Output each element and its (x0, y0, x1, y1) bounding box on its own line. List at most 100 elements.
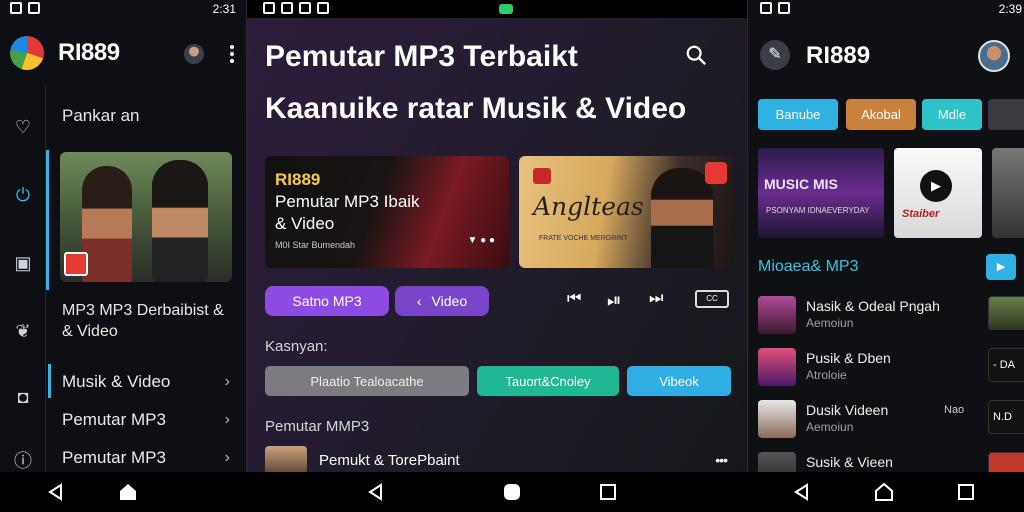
chevron-right-icon: › (224, 411, 230, 428)
category-chip[interactable] (988, 99, 1024, 130)
card-title: Pemutar MP3 Ibaik (275, 192, 420, 211)
menu-item-pemutar-mp3-2[interactable]: Pemutar MP3 › (48, 440, 246, 472)
info-icon[interactable]: ⓘ (12, 450, 34, 472)
next-icon[interactable]: ⏭ (649, 290, 663, 308)
rail-indicator (46, 150, 49, 290)
previous-icon[interactable]: ⏮ (567, 290, 581, 308)
captions-icon[interactable]: CC (695, 290, 729, 308)
track-thumbnail (758, 296, 796, 334)
list-item[interactable]: Dusik Videen Aemoiun Nao N.D (758, 400, 1024, 440)
singer-image (651, 168, 713, 268)
app-badge-icon (64, 252, 88, 276)
right-panel: 2:39 ✎ RI889 Banube Akobal Mdle MUSIC MI… (748, 0, 1024, 472)
status-bar: 2:39 (760, 0, 1022, 18)
channel-logo-icon (533, 168, 551, 184)
left-panel: 2:31 RI889 ♡ ⏻ ▣ ❦ ◘ ⓘ Pankar an MP3 MP3… (0, 0, 246, 472)
notification-icon (263, 1, 275, 14)
back-icon[interactable] (366, 482, 386, 502)
home-icon[interactable] (874, 482, 894, 502)
menu-label: Pemutar MP3 (62, 410, 166, 429)
home-icon[interactable] (118, 482, 138, 502)
track-thumbnail (265, 446, 307, 472)
video-tile[interactable]: MUSIC MIS PSONYAM IDNAEVERYDAY (758, 148, 884, 238)
card-title-2: & Video (275, 214, 335, 233)
brand-title: RI889 (806, 42, 871, 69)
card-subtitle: FRATE VOCHE MERGRINT (539, 235, 628, 242)
side-label: - DA (988, 348, 1024, 382)
upload-icon[interactable]: ⏻ (12, 184, 34, 206)
section-title: Pankar an (62, 106, 140, 125)
filter-tag[interactable]: Tauort&Cnoley (477, 366, 619, 396)
app-badge-icon (705, 162, 727, 184)
video-tile[interactable] (992, 148, 1024, 238)
home-icon[interactable] (502, 482, 522, 502)
category-chip[interactable]: Akobal (846, 99, 916, 130)
play-icon[interactable]: ▶ (986, 254, 1016, 280)
chevron-left-icon: ‹ (416, 293, 422, 309)
page-title: Pemutar MP3 Terbaikt (265, 40, 578, 73)
nav-rail: ♡ ⏻ ▣ ❦ ◘ ⓘ (0, 86, 46, 472)
card-title: Anglteas (533, 192, 644, 221)
video-thumbnail[interactable] (60, 152, 232, 282)
briefcase-icon[interactable]: ◘ (12, 386, 34, 408)
play-icon[interactable]: ▶ (920, 170, 952, 202)
back-icon[interactable] (792, 482, 812, 502)
search-icon[interactable] (685, 44, 707, 66)
filter-tag[interactable]: Plaatio Tealoacathe (265, 366, 469, 396)
category-chip[interactable]: Banube (758, 99, 838, 130)
track-title: Susik & Vieen (806, 454, 893, 470)
notification-icon (778, 1, 790, 14)
recents-icon[interactable] (956, 482, 976, 502)
play-pause-icon[interactable]: ⏯ (607, 290, 621, 311)
track-artist: Aemoiun (806, 316, 854, 330)
more-icon[interactable]: ▼ ● ● (467, 235, 495, 246)
brand-title: RI889 (58, 39, 120, 66)
wrench-icon[interactable]: ✎ (760, 40, 790, 70)
menu-item-pemutar-mp3[interactable]: Pemutar MP3 › (48, 402, 246, 438)
card-subtitle: M0I Star Bumendah (275, 240, 356, 250)
featured-card[interactable]: RI889 Pemutar MP3 Ibaik & Video M0I Star… (265, 156, 509, 268)
list-item[interactable]: Pusik & Dben Atroloie - DA (758, 348, 1024, 388)
list-item[interactable]: Pemukt & TorePbaint ••• (265, 446, 731, 472)
more-vert-icon[interactable] (230, 45, 234, 63)
status-time: 2:31 (212, 2, 236, 16)
more-icon[interactable]: ••• (715, 452, 728, 468)
track-title: Pemukt & TorePbaint (319, 451, 460, 469)
notification-icon (28, 1, 40, 14)
center-panel: Pemutar MP3 Terbaikt Kaanuike ratar Musi… (246, 0, 748, 472)
video-button[interactable]: ‹ Video (395, 286, 489, 316)
notification-icon (299, 1, 311, 14)
side-label: N.D (988, 400, 1024, 434)
lotus-icon[interactable]: ❦ (12, 320, 34, 342)
video-tile[interactable]: ▶ Staiber (894, 148, 982, 238)
list-item[interactable]: Nasik & Odeal Pngah Aemoiun (758, 296, 1024, 336)
status-bar: 2:31 (10, 0, 236, 18)
notification-icon (760, 1, 772, 14)
back-icon[interactable] (46, 482, 66, 502)
side-thumbnail (988, 296, 1024, 330)
tv-icon[interactable]: ▣ (12, 252, 34, 274)
track-artist: Aemoiun (806, 420, 854, 434)
category-chip[interactable]: Mdle (922, 99, 982, 130)
filter-tag[interactable]: Vibeok (627, 366, 731, 396)
featured-card-2[interactable]: Anglteas FRATE VOCHE MERGRINT (519, 156, 733, 268)
avatar[interactable] (978, 40, 1010, 72)
chevron-right-icon: › (224, 449, 230, 466)
avatar[interactable] (184, 44, 204, 64)
notification-icon (281, 1, 293, 14)
card-brand: RI889 (275, 170, 321, 189)
list-item[interactable]: Susik & Vieen (758, 452, 1024, 472)
heart-icon[interactable]: ♡ (12, 116, 34, 138)
track-title: Nasik & Odeal Pngah (806, 298, 940, 314)
filter-label: Kasnyan: (265, 338, 328, 355)
status-time: 2:39 (998, 2, 1022, 16)
track-thumbnail (758, 348, 796, 386)
side-thumbnail (988, 452, 1024, 472)
recents-icon[interactable] (598, 482, 618, 502)
chevron-right-icon: › (224, 373, 230, 390)
menu-item-musik-video[interactable]: Musik & Video › (48, 364, 246, 400)
video-button-label: Video (431, 293, 468, 309)
track-title: Pusik & Dben (806, 350, 891, 366)
mp3-button[interactable]: Satno MP3 (265, 286, 389, 316)
track-artist: Atroloie (806, 368, 847, 382)
